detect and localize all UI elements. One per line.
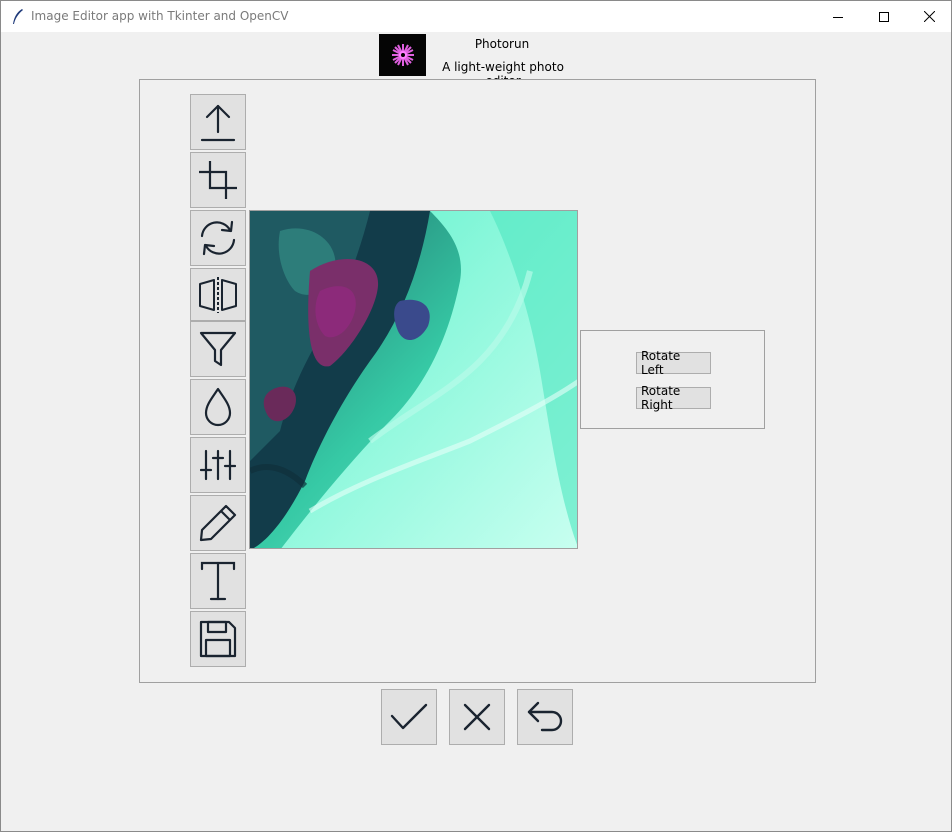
rotate-right-button[interactable]: Rotate Right: [636, 384, 711, 412]
draw-button[interactable]: [190, 495, 246, 551]
undo-icon: [527, 701, 563, 732]
close-icon: [923, 11, 935, 22]
sliders-icon: [200, 449, 236, 481]
image-canvas[interactable]: [249, 210, 578, 549]
apply-button[interactable]: [381, 689, 437, 745]
rotate-button[interactable]: [190, 210, 246, 266]
text-icon: [200, 561, 236, 601]
rotate-icon: [200, 220, 236, 256]
flower-logo-icon: [391, 44, 414, 66]
feather-icon: [13, 9, 23, 24]
app-window: Image Editor app with Tkinter and OpenCV: [0, 0, 952, 832]
flip-button[interactable]: [190, 268, 246, 321]
app-logo: [379, 34, 426, 76]
checkmark-icon: [390, 703, 428, 730]
filter-icon: [199, 331, 237, 367]
drop-icon: [204, 387, 232, 427]
text-button[interactable]: [190, 553, 246, 609]
close-x-icon: [463, 703, 491, 731]
window-title: Image Editor app with Tkinter and OpenCV: [31, 9, 289, 23]
save-button[interactable]: [190, 611, 246, 667]
flip-icon: [199, 276, 237, 313]
title-bar[interactable]: Image Editor app with Tkinter and OpenCV: [1, 1, 951, 32]
cancel-button[interactable]: [449, 689, 505, 745]
maximize-icon: [879, 11, 889, 22]
filter-button[interactable]: [190, 321, 246, 377]
rotate-left-button[interactable]: Rotate Left: [636, 349, 711, 377]
crop-button[interactable]: [190, 152, 246, 208]
undo-button[interactable]: [517, 689, 573, 745]
blur-button[interactable]: [190, 379, 246, 435]
maximize-button[interactable]: [861, 1, 907, 32]
app-title: Photorun: [474, 37, 530, 51]
save-icon: [199, 620, 237, 658]
crop-icon: [199, 161, 237, 199]
close-button[interactable]: [906, 1, 952, 32]
adjust-button[interactable]: [190, 437, 246, 493]
pencil-icon: [199, 504, 237, 542]
rotate-options-panel: Rotate Left Rotate Right: [580, 330, 765, 429]
minimize-icon: [833, 16, 843, 18]
edited-image: [250, 211, 577, 548]
upload-icon: [200, 104, 236, 142]
upload-button[interactable]: [190, 94, 246, 150]
minimize-button[interactable]: [815, 1, 861, 32]
